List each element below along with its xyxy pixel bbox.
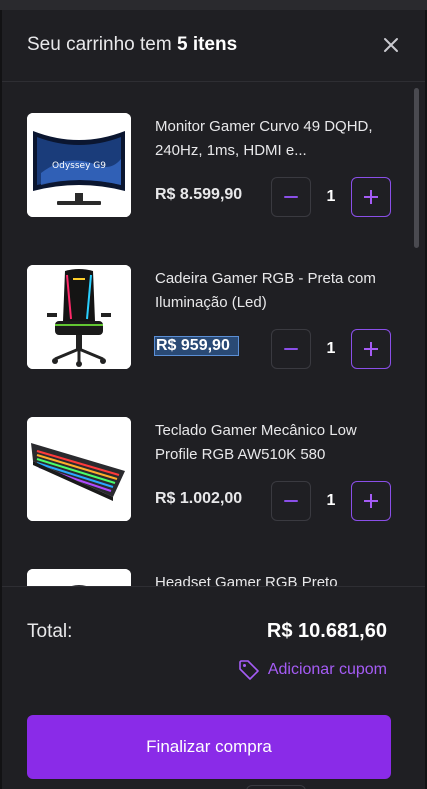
item-price: R$ 8.599,90 <box>155 186 243 203</box>
cart-item-list[interactable]: Odyssey G9 Monitor Gamer Curvo 49 DQHD, … <box>2 83 425 586</box>
close-icon[interactable] <box>383 37 399 53</box>
cart-title: Seu carrinho tem 5 itens <box>27 34 237 56</box>
chair-image <box>27 265 131 369</box>
cart-footer: Total: R$ 10.681,60 Adicionar cupom Fina… <box>2 586 425 789</box>
cart-item-count: 5 itens <box>176 34 238 55</box>
quantity-value: 1 <box>326 340 336 357</box>
tag-icon <box>239 660 259 680</box>
minus-icon <box>284 500 298 502</box>
increase-quantity-button[interactable] <box>351 329 391 369</box>
cart-item: Odyssey G9 Monitor Gamer Curvo 49 DQHD, … <box>27 113 397 217</box>
decrease-quantity-button[interactable] <box>271 329 311 369</box>
decrease-quantity-button[interactable] <box>271 177 311 217</box>
item-price: R$ 1.002,00 <box>155 490 243 507</box>
list-scrollbar[interactable] <box>414 88 419 248</box>
add-coupon-label: Adicionar cupom <box>267 661 387 678</box>
item-name[interactable]: Headset Gamer RGB Preto <box>155 571 395 586</box>
total-value: R$ 10.681,60 <box>266 620 387 642</box>
plus-icon <box>364 342 378 356</box>
quantity-stepper: 1 <box>271 481 391 521</box>
minus-icon <box>284 348 298 350</box>
quantity-stepper: 1 <box>271 329 391 369</box>
increase-quantity-button[interactable] <box>351 177 391 217</box>
monitor-screen-text: Odyssey G9 <box>52 161 106 171</box>
item-name[interactable]: Teclado Gamer Mecânico Low Profile RGB A… <box>155 419 395 467</box>
cart-header: Seu carrinho tem 5 itens <box>2 10 425 82</box>
decrease-quantity-button[interactable] <box>271 481 311 521</box>
plus-icon <box>364 190 378 204</box>
cart-item: Headset Gamer RGB Preto <box>27 569 397 586</box>
monitor-image: Odyssey G9 <box>27 113 131 217</box>
cart-title-prefix: Seu carrinho tem <box>27 34 172 55</box>
cart-item: Teclado Gamer Mecânico Low Profile RGB A… <box>27 417 397 521</box>
increase-quantity-button[interactable] <box>351 481 391 521</box>
cart-item: Cadeira Gamer RGB - Preta com Iluminação… <box>27 265 397 369</box>
bottom-edge-tab <box>246 785 306 789</box>
quantity-stepper: 1 <box>271 177 391 217</box>
minus-icon <box>284 196 298 198</box>
cart-drawer: Seu carrinho tem 5 itens Odyssey G9 Moni <box>0 10 427 789</box>
quantity-value: 1 <box>326 188 336 205</box>
keyboard-image <box>27 417 131 521</box>
add-coupon-link[interactable]: Adicionar cupom <box>238 659 387 681</box>
item-name[interactable]: Cadeira Gamer RGB - Preta com Iluminação… <box>155 267 395 315</box>
total-label: Total: <box>27 621 73 642</box>
item-name[interactable]: Monitor Gamer Curvo 49 DQHD, 240Hz, 1ms,… <box>155 115 395 163</box>
quantity-value: 1 <box>326 492 336 509</box>
checkout-button[interactable]: Finalizar compra <box>27 715 391 779</box>
item-price: R$ 959,90 <box>154 336 239 356</box>
headset-image <box>27 569 131 586</box>
plus-icon <box>364 494 378 508</box>
top-strip <box>0 0 427 10</box>
